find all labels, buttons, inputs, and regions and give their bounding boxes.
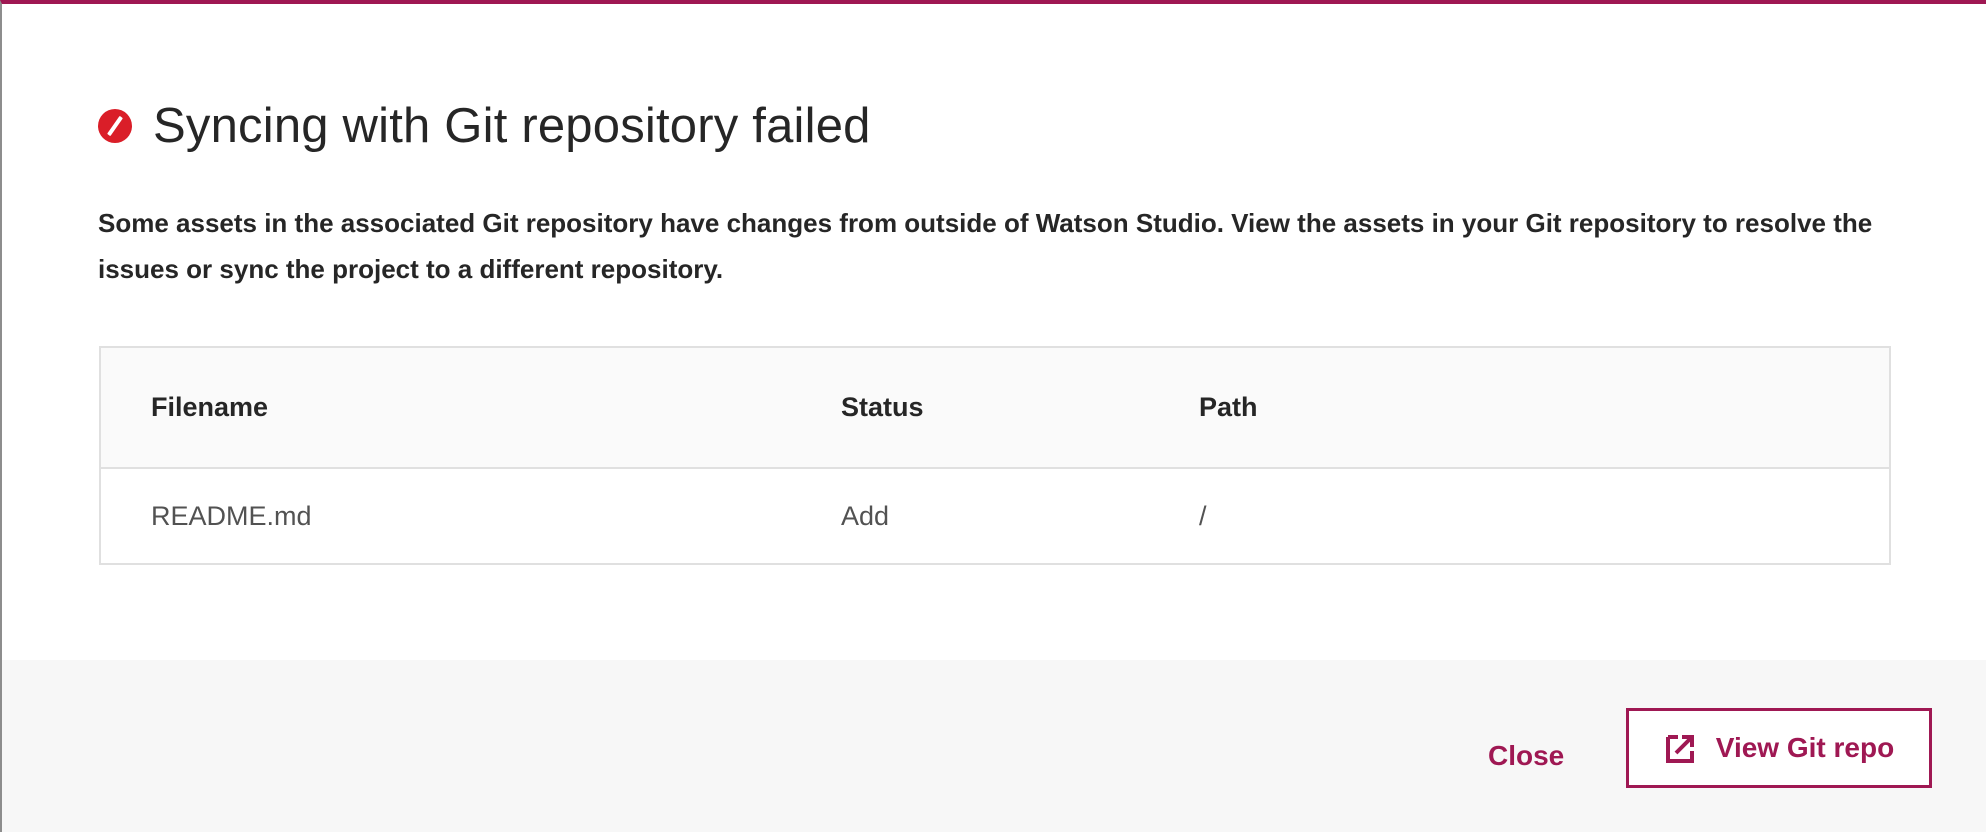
column-header-status: Status xyxy=(841,392,924,422)
modal-footer: Close View Git repo xyxy=(2,660,1986,832)
cell-path: / xyxy=(1199,500,1207,531)
cell-status: Add xyxy=(841,500,890,531)
column-header-filename: Filename xyxy=(151,392,269,422)
table-row: README.md Add / xyxy=(101,469,1889,563)
modal-header: Syncing with Git repository failed xyxy=(98,96,871,156)
modal-description: Some assets in the associated Git reposi… xyxy=(98,208,1873,284)
view-git-repo-button[interactable]: View Git repo xyxy=(1626,708,1932,788)
modal-body: Syncing with Git repository failed Some … xyxy=(2,4,1986,660)
changed-assets-table: Filename Status Path README.md Add / xyxy=(99,346,1891,565)
launch-icon xyxy=(1664,731,1698,765)
sync-failed-modal: Syncing with Git repository failed Some … xyxy=(0,0,1986,832)
error-icon xyxy=(98,109,132,143)
view-git-repo-label: View Git repo xyxy=(1715,732,1895,763)
table-header-row: Filename Status Path xyxy=(101,348,1889,469)
column-header-path: Path xyxy=(1199,392,1258,422)
close-button[interactable]: Close xyxy=(1468,716,1584,796)
modal-title: Syncing with Git repository failed xyxy=(153,99,871,153)
cell-filename: README.md xyxy=(151,500,312,531)
